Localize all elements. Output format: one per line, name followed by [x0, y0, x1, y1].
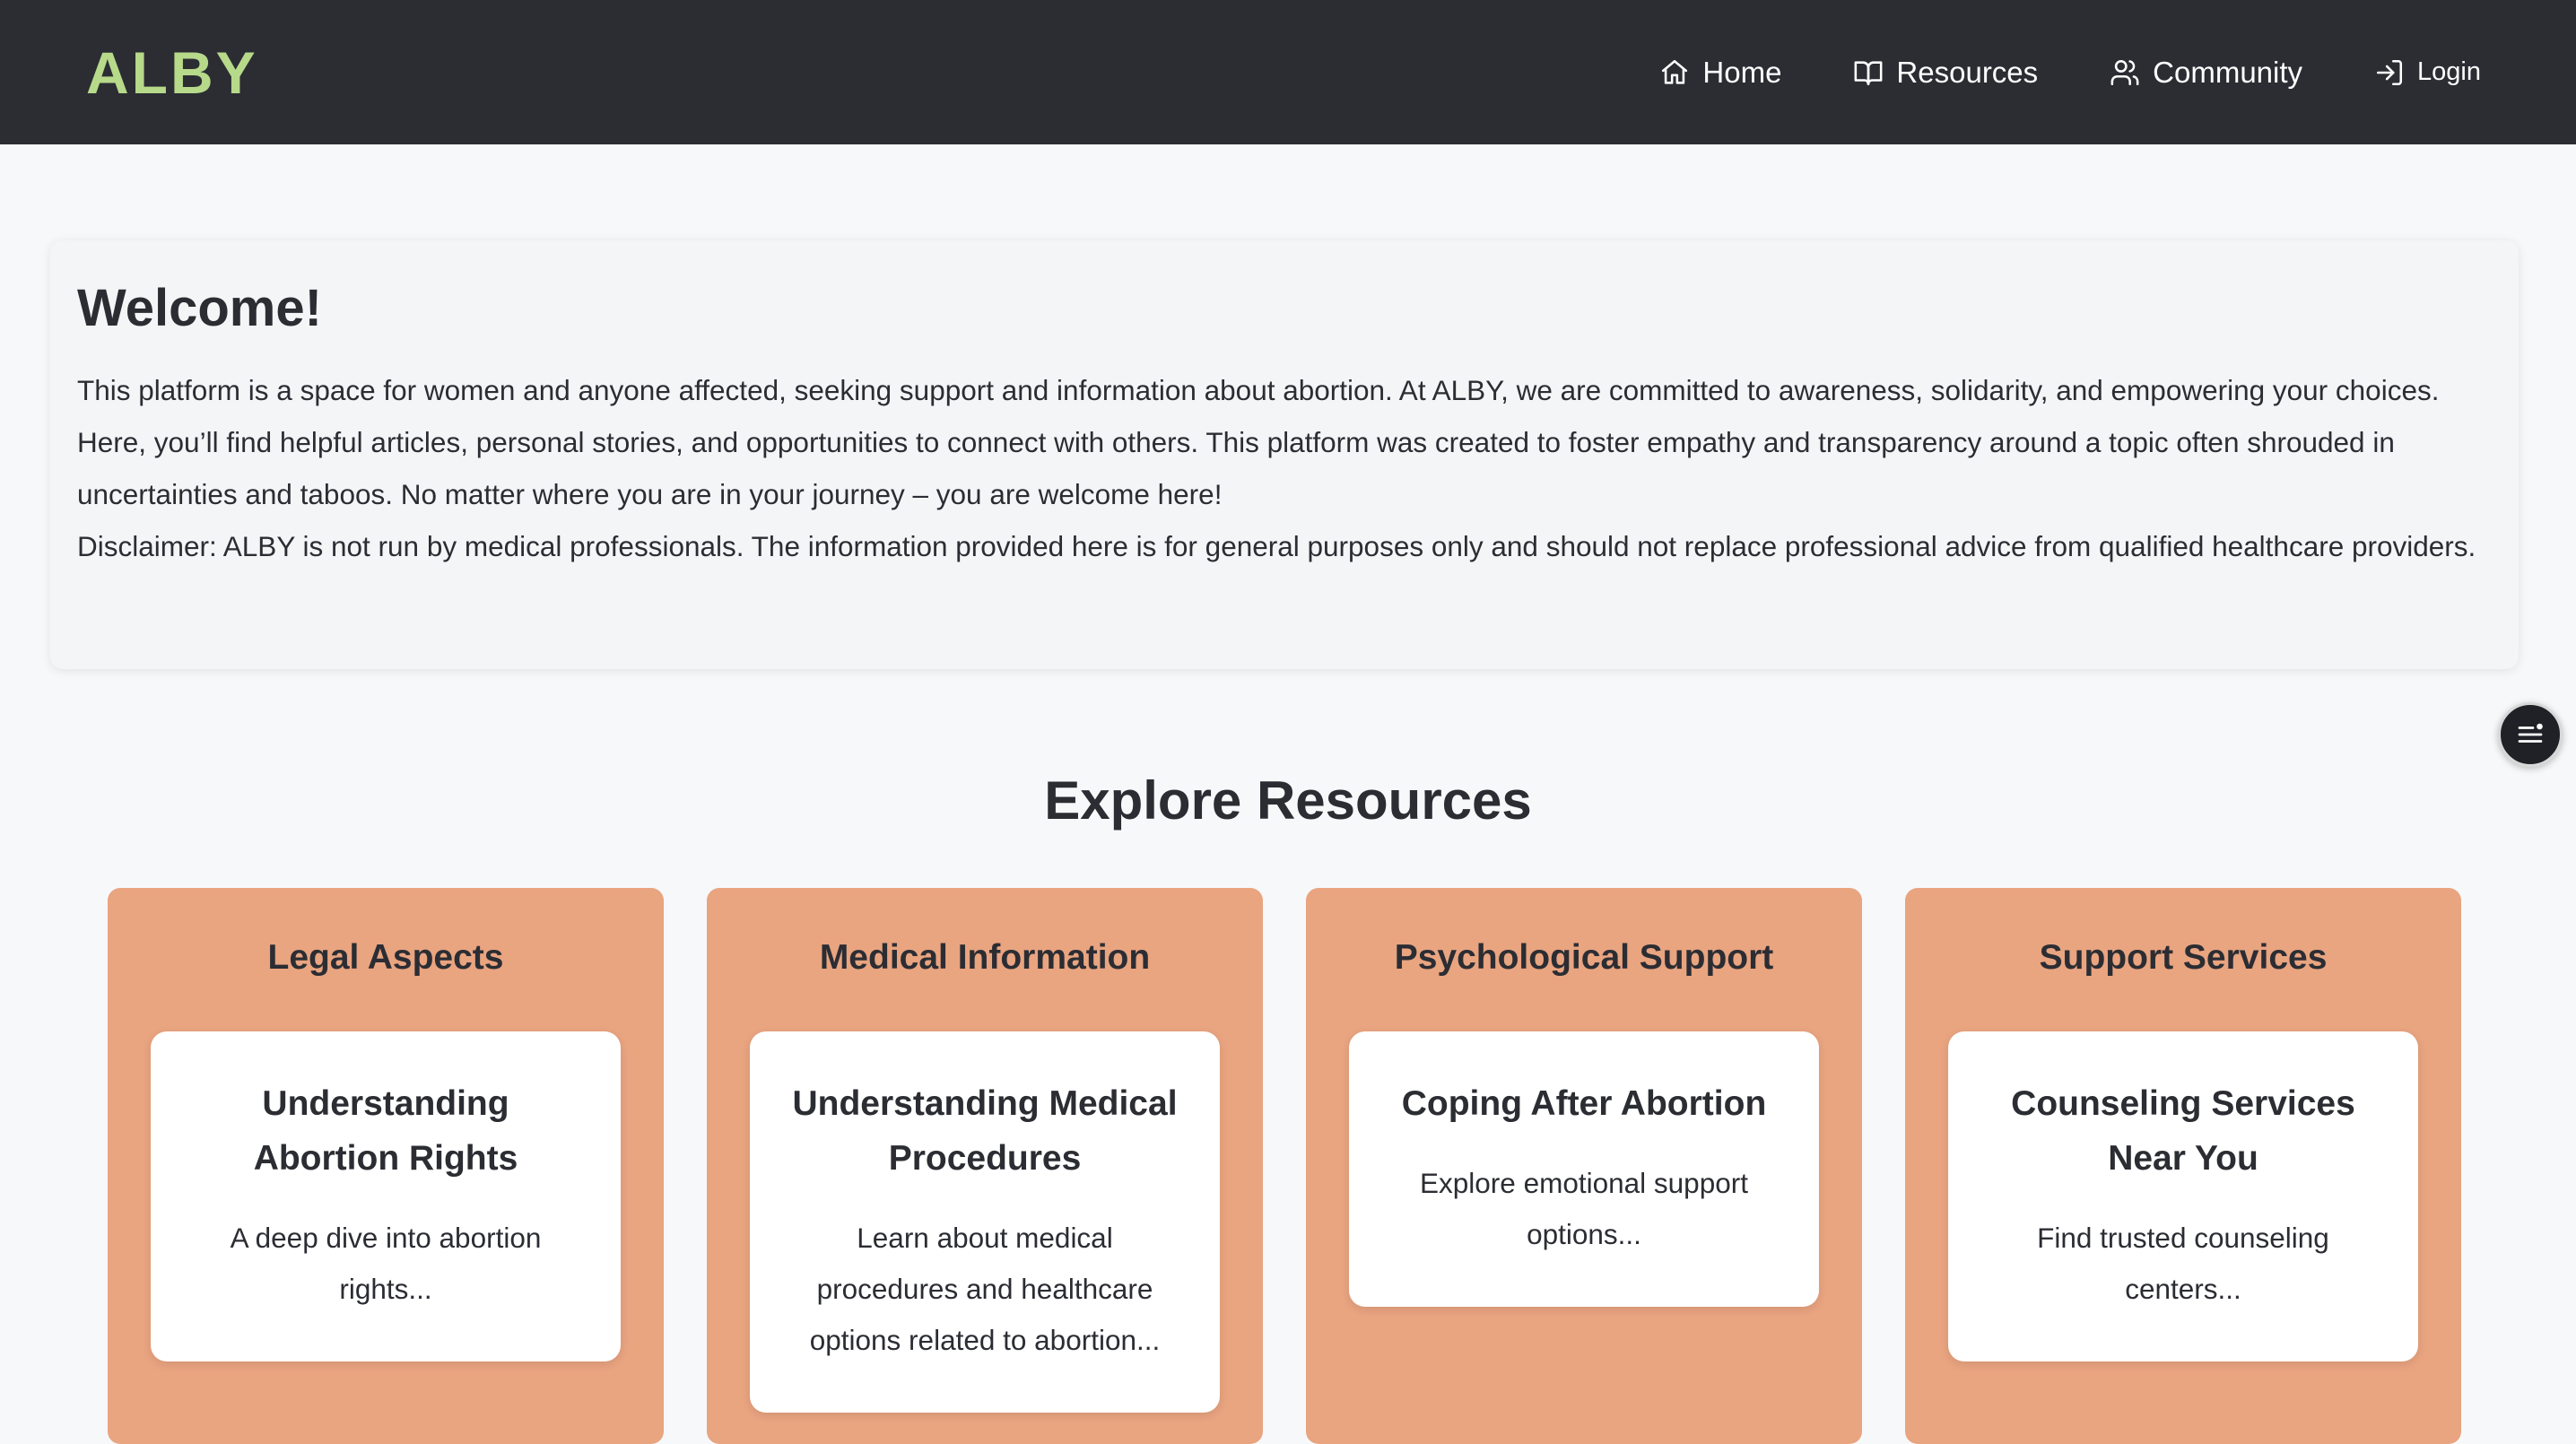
nav-community-link[interactable]: Community [2110, 56, 2302, 90]
category-title: Legal Aspects [267, 938, 504, 977]
category-title: Medical Information [819, 938, 1151, 977]
category-medical-information: Medical Information Understanding Medica… [707, 888, 1263, 1444]
category-support-services: Support Services Counseling Services Nea… [1905, 888, 2461, 1444]
nav-home-label: Home [1702, 55, 1782, 89]
article-title: Understanding Abortion Rights [253, 1084, 518, 1178]
article-excerpt: Explore emotional support options... [1420, 1167, 1748, 1250]
article-title: Counseling Services Near You [2011, 1084, 2355, 1178]
nav-resources-label: Resources [1896, 55, 2039, 89]
nav-login-label: Login [2417, 57, 2481, 86]
category-legal-aspects: Legal Aspects Understanding Abortion Rig… [108, 888, 664, 1444]
nav-home-link[interactable]: Home [1659, 56, 1781, 90]
nav-links: Home Resources Community Login [1659, 56, 2481, 90]
category-psychological-support: Psychological Support Coping After Abort… [1306, 888, 1862, 1444]
logo[interactable]: ALBY [86, 43, 258, 102]
welcome-disclaimer: Disclaimer: ALBY is not run by medical p… [77, 529, 2476, 562]
category-title: Psychological Support [1394, 938, 1774, 977]
home-icon [1662, 59, 1688, 84]
nav-login-link[interactable]: Login [2374, 57, 2481, 88]
floating-menu-button[interactable] [2498, 702, 2563, 767]
navbar: ALBY Home Resources Community Login [0, 0, 2576, 144]
article-card[interactable]: Coping After Abortion Explore emotional … [1349, 1031, 1819, 1307]
article-card[interactable]: Understanding Abortion Rights A deep div… [151, 1031, 621, 1361]
welcome-title: Welcome! [77, 279, 322, 337]
article-card[interactable]: Understanding Medical Procedures Learn a… [750, 1031, 1220, 1413]
article-title: Understanding Medical Procedures [792, 1084, 1178, 1178]
category-title: Support Services [2039, 938, 2328, 977]
article-excerpt: Find trusted counseling centers... [2037, 1222, 2329, 1305]
log-in-icon [2377, 59, 2403, 85]
users-icon [2110, 59, 2139, 85]
explore-resources-title: Explore Resources [1044, 770, 1532, 831]
nav-resources-link[interactable]: Resources [1853, 56, 2038, 90]
nav-community-label: Community [2153, 55, 2303, 89]
menu-icon [2518, 723, 2543, 743]
book-open-icon [1854, 60, 1883, 85]
welcome-card: Welcome! This platform is a space for wo… [50, 240, 2519, 669]
resource-categories: Legal Aspects Understanding Abortion Rig… [108, 888, 2462, 1444]
welcome-intro: This platform is a space for women and a… [77, 373, 2440, 510]
article-title: Coping After Abortion [1401, 1084, 1767, 1123]
article-excerpt: Learn about medical procedures and healt… [809, 1222, 1161, 1356]
article-card[interactable]: Counseling Services Near You Find truste… [1948, 1031, 2418, 1361]
article-excerpt: A deep dive into abortion rights... [230, 1222, 542, 1305]
